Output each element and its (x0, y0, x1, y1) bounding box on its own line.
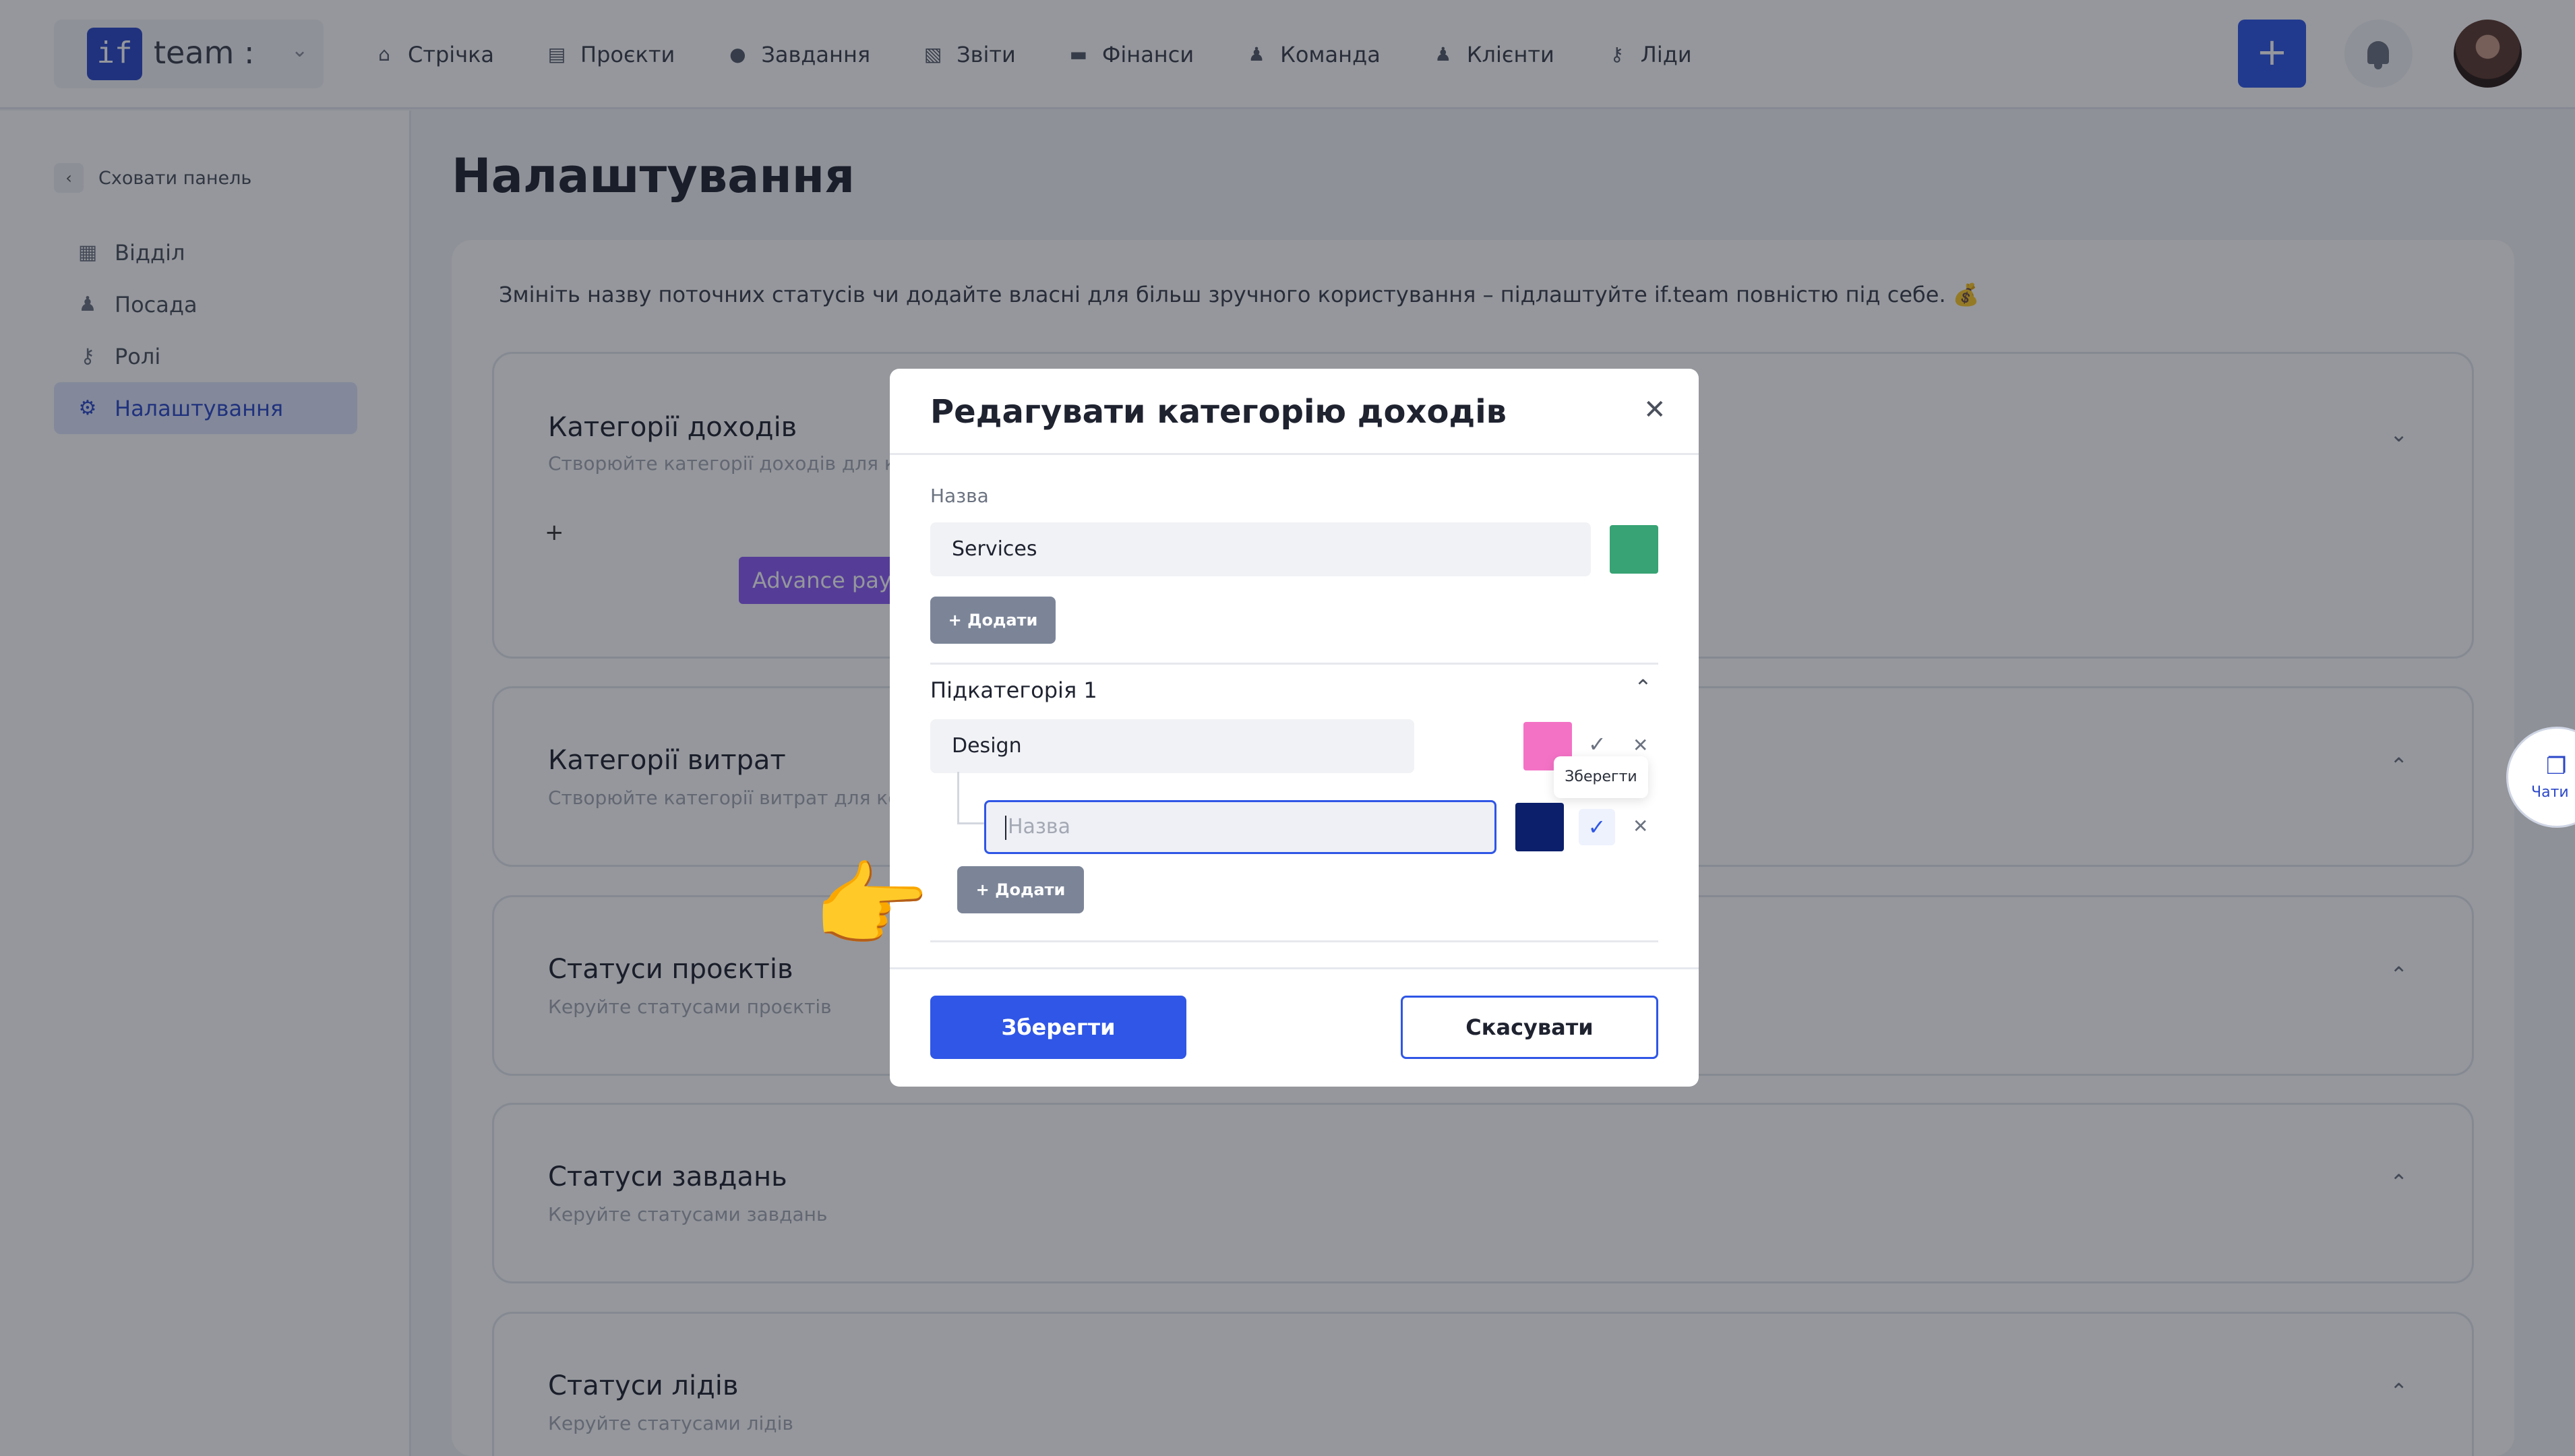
subcategory-name-input[interactable]: Design (930, 719, 1414, 773)
divider (930, 940, 1658, 942)
close-icon[interactable]: ✕ (1633, 815, 1648, 837)
add-subcategory-button[interactable]: + Додати (930, 597, 1056, 644)
save-tooltip: Зберегти (1554, 756, 1648, 798)
chat-icon: ❐ (2546, 753, 2567, 780)
subcategory-title: Підкатегорія 1 (930, 677, 1097, 703)
tree-connector (957, 772, 984, 824)
chats-label: Чати (2531, 784, 2569, 801)
name-label: Назва (930, 485, 989, 507)
input-placeholder: Назва (1008, 815, 1070, 839)
category-name-input[interactable]: Services (930, 522, 1591, 576)
modal-title: Редагувати категорію доходів (930, 393, 1507, 431)
check-icon[interactable]: ✓ (1579, 809, 1615, 845)
new-subcategory-input[interactable]: Назва (984, 800, 1496, 854)
text-caret (1005, 815, 1006, 840)
save-button[interactable]: Зберегти (930, 996, 1186, 1059)
pointing-hand-icon: 👉 (812, 851, 930, 961)
edit-income-category-modal: Редагувати категорію доходів ✕ Назва Ser… (890, 369, 1699, 1087)
add-nested-subcategory-button[interactable]: + Додати (957, 866, 1084, 913)
check-icon[interactable]: ✓ (1588, 731, 1606, 757)
close-icon[interactable]: ✕ (1643, 394, 1666, 425)
chevron-up-icon[interactable]: ⌃ (1634, 675, 1652, 700)
divider (890, 967, 1699, 969)
close-icon[interactable]: ✕ (1633, 734, 1648, 756)
new-subcategory-color-picker[interactable] (1515, 803, 1564, 851)
divider (930, 663, 1658, 665)
divider (890, 453, 1699, 455)
category-color-picker[interactable] (1610, 525, 1658, 574)
cancel-button[interactable]: Скасувати (1401, 996, 1658, 1059)
